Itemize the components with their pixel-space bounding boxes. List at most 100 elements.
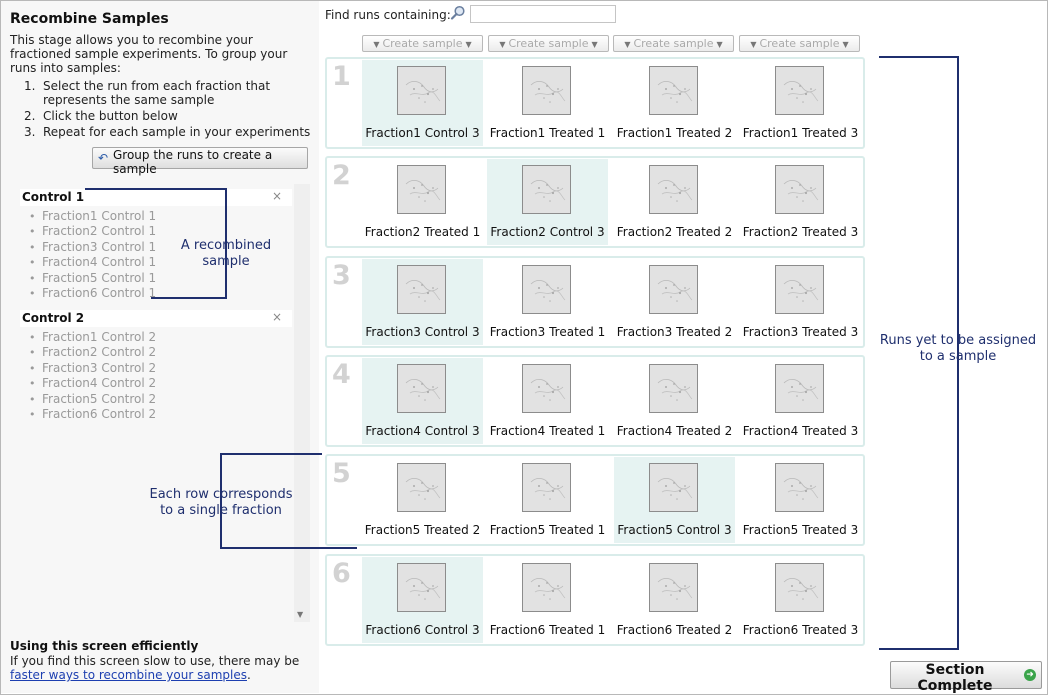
run-label: Fraction2 Treated 2 — [616, 225, 733, 239]
sidebar: Recombine Samples This stage allows you … — [1, 1, 319, 693]
annotation-line — [220, 547, 357, 549]
run-label: Fraction4 Treated 3 — [742, 424, 859, 438]
sample-run-list: Fraction1 Control 2 Fraction2 Control 2 … — [20, 330, 292, 423]
run-cell[interactable]: Fraction3 Treated 1 — [487, 259, 608, 345]
run-cell[interactable]: Fraction1 Treated 3 — [740, 60, 861, 146]
run-label: Fraction4 Treated 1 — [489, 424, 606, 438]
gel-image-icon — [649, 364, 698, 413]
sample-list-scrollbar[interactable]: ▼ — [294, 184, 310, 622]
row-number: 2 — [332, 160, 351, 191]
row-number: 3 — [332, 260, 351, 291]
run-cell[interactable]: Fraction2 Treated 1 — [362, 159, 483, 245]
triangle-down-icon: ▼ — [373, 40, 380, 49]
sample-header: Control 1 × — [20, 189, 292, 206]
annotation-line — [151, 297, 227, 299]
run-cell[interactable]: Fraction2 Control 3 — [487, 159, 608, 245]
run-label: Fraction5 Treated 2 — [364, 523, 481, 537]
efficiency-text: If you find this screen slow to use, the… — [10, 654, 300, 682]
run-cell[interactable]: Fraction5 Treated 1 — [487, 457, 608, 543]
gel-image-icon — [397, 265, 446, 314]
run-label: Fraction6 Treated 1 — [489, 623, 606, 637]
gel-image-icon — [775, 364, 824, 413]
run-cell[interactable]: Fraction1 Control 3 — [362, 60, 483, 146]
list-item: Fraction4 Control 2 — [20, 376, 292, 392]
create-sample-dropdown-2[interactable]: ▼ Create sample ▼ — [488, 35, 609, 52]
run-label: Fraction5 Treated 3 — [742, 523, 859, 537]
gel-image-icon — [397, 66, 446, 115]
fraction-row-1: 1 Fraction1 Control 3 Fraction1 Treated 1 F… — [325, 57, 865, 149]
annotation-line — [879, 56, 959, 58]
run-cell[interactable]: Fraction1 Treated 1 — [487, 60, 608, 146]
faster-ways-link[interactable]: faster ways to recombine your samples — [10, 668, 247, 682]
gel-image-icon — [649, 463, 698, 512]
run-label: Fraction4 Treated 2 — [616, 424, 733, 438]
gel-image-icon — [649, 265, 698, 314]
run-cell[interactable]: Fraction2 Treated 3 — [740, 159, 861, 245]
row-number: 1 — [332, 61, 351, 92]
run-cell[interactable]: Fraction3 Control 3 — [362, 259, 483, 345]
run-label: Fraction3 Treated 2 — [616, 325, 733, 339]
sample-control-2[interactable]: Control 2 × Fraction1 Control 2 Fraction… — [20, 310, 292, 423]
gel-image-icon — [522, 265, 571, 314]
run-label: Fraction6 Treated 2 — [616, 623, 733, 637]
gel-image-icon — [649, 563, 698, 612]
row-number: 6 — [332, 558, 351, 589]
triangle-down-icon: ▼ — [750, 40, 757, 49]
close-icon[interactable]: × — [272, 189, 282, 203]
run-cell[interactable]: Fraction6 Control 3 — [362, 557, 483, 643]
triangle-down-icon: ▼ — [624, 40, 631, 49]
create-sample-dropdown-4[interactable]: ▼ Create sample ▼ — [739, 35, 860, 52]
group-runs-button[interactable]: ↶ Group the runs to create a sample — [92, 147, 308, 176]
list-item: Fraction2 Control 2 — [20, 345, 292, 361]
sample-name: Control 1 — [22, 190, 85, 204]
run-label: Fraction2 Treated 1 — [364, 225, 481, 239]
triangle-down-icon: ▼ — [716, 40, 723, 49]
run-cell[interactable]: Fraction2 Treated 2 — [614, 159, 735, 245]
run-cell[interactable]: Fraction5 Control 3 — [614, 457, 735, 543]
run-label: Fraction1 Treated 1 — [489, 126, 606, 140]
run-cell[interactable]: Fraction5 Treated 2 — [362, 457, 483, 543]
run-cell[interactable]: Fraction3 Treated 3 — [740, 259, 861, 345]
create-sample-dropdown-3[interactable]: ▼ Create sample ▼ — [613, 35, 734, 52]
run-label: Fraction1 Treated 2 — [616, 126, 733, 140]
close-icon[interactable]: × — [272, 310, 282, 324]
annotation-line — [220, 453, 222, 549]
run-cell[interactable]: Fraction6 Treated 1 — [487, 557, 608, 643]
run-label: Fraction5 Control 3 — [617, 523, 732, 537]
instruction-steps: 1. Select the run from each fraction that… — [10, 79, 315, 141]
run-cell[interactable]: Fraction6 Treated 2 — [614, 557, 735, 643]
sample-header: Control 2 × — [20, 310, 292, 327]
fraction-row-5: 5 Fraction5 Treated 2 Fraction5 Treated 1 F… — [325, 454, 865, 546]
run-label: Fraction1 Control 3 — [365, 126, 480, 140]
triangle-down-icon: ▼ — [842, 40, 849, 49]
curved-arrow-icon: ↶ — [98, 151, 109, 165]
run-cell[interactable]: Fraction6 Treated 3 — [740, 557, 861, 643]
gel-image-icon — [775, 563, 824, 612]
create-sample-dropdown-1[interactable]: ▼ Create sample ▼ — [362, 35, 483, 52]
run-cell[interactable]: Fraction1 Treated 2 — [614, 60, 735, 146]
row-number: 4 — [332, 359, 351, 390]
annotation-line — [879, 648, 959, 650]
gel-image-icon — [397, 165, 446, 214]
run-cell[interactable]: Fraction4 Treated 3 — [740, 358, 861, 444]
scroll-down-icon[interactable]: ▼ — [297, 610, 303, 619]
list-item: Fraction6 Control 1 — [20, 286, 292, 302]
run-cell[interactable]: Fraction4 Treated 1 — [487, 358, 608, 444]
fraction-row-6: 6 Fraction6 Control 3 Fraction6 Treated 1 F… — [325, 554, 865, 646]
gel-image-icon — [397, 563, 446, 612]
magnifier-icon — [450, 5, 465, 20]
run-cell[interactable]: Fraction3 Treated 2 — [614, 259, 735, 345]
list-item: Fraction5 Control 1 — [20, 271, 292, 287]
find-runs-input[interactable] — [470, 5, 616, 23]
section-complete-button[interactable]: Section Complete ➜ — [890, 661, 1042, 694]
run-cell[interactable]: Fraction4 Control 3 — [362, 358, 483, 444]
run-label: Fraction6 Control 3 — [365, 623, 480, 637]
run-label: Fraction1 Treated 3 — [742, 126, 859, 140]
gel-image-icon — [522, 165, 571, 214]
triangle-down-icon: ▼ — [499, 40, 506, 49]
run-cell[interactable]: Fraction5 Treated 3 — [740, 457, 861, 543]
gel-image-icon — [397, 463, 446, 512]
step-2: 2. Click the button below — [24, 109, 178, 123]
run-cell[interactable]: Fraction4 Treated 2 — [614, 358, 735, 444]
step-3: 3. Repeat for each sample in your experim… — [24, 125, 311, 139]
